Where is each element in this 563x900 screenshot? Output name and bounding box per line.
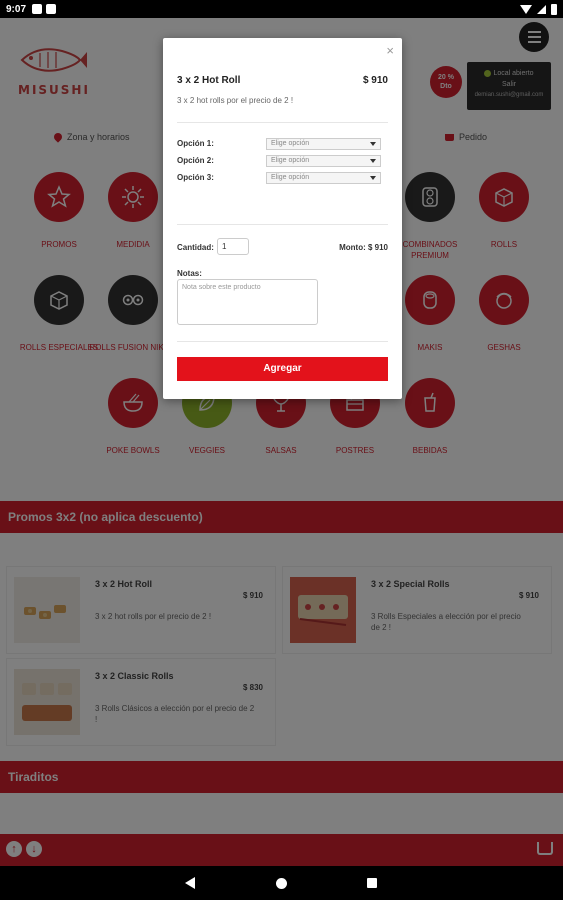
notification-icon [32,4,43,14]
battery-icon [551,3,557,15]
caret-down-icon [370,142,376,146]
close-icon[interactable]: × [386,43,394,58]
quantity-input[interactable]: 1 [217,238,249,255]
back-icon[interactable] [185,877,195,889]
total-amount: Monto: $ 910 [339,243,388,252]
divider [177,122,388,123]
wifi-icon [520,4,532,14]
option-3-select[interactable]: Elige opción [266,172,381,184]
status-time: 9:07 [6,3,27,15]
divider [177,224,388,225]
option-select-value: Elige opción [271,174,310,181]
caret-down-icon [370,176,376,180]
recent-apps-icon[interactable] [367,878,377,888]
option-label: Opción 3: [177,173,214,182]
notes-label: Notas: [177,269,202,278]
system-nav-bar [0,866,563,900]
signal-icon [537,4,546,14]
sd-card-icon [46,4,57,14]
app-screen: MISUSHI 20 % Dto Local abierto Salir dem… [0,18,563,866]
notes-textarea[interactable]: Nota sobre este producto [177,279,318,325]
option-label: Opción 2: [177,156,214,165]
caret-down-icon [370,159,376,163]
modal-description: 3 x 2 hot rolls por el precio de 2 ! [177,96,294,105]
option-select-value: Elige opción [271,157,310,164]
divider [177,341,388,342]
option-select-value: Elige opción [271,140,310,147]
add-button[interactable]: Agregar [177,357,388,381]
option-label: Opción 1: [177,139,214,148]
option-1-select[interactable]: Elige opción [266,138,381,150]
modal-title: 3 x 2 Hot Roll [177,75,241,86]
status-bar: 9:07 [0,0,563,18]
option-row-2: Opción 2: Elige opción [177,155,388,168]
home-icon[interactable] [276,878,287,889]
option-row-1: Opción 1: Elige opción [177,138,388,151]
quantity-label: Cantidad: [177,243,214,252]
option-2-select[interactable]: Elige opción [266,155,381,167]
product-modal: × 3 x 2 Hot Roll $ 910 3 x 2 hot rolls p… [163,38,402,399]
option-row-3: Opción 3: Elige opción [177,172,388,185]
modal-price: $ 910 [362,75,388,86]
